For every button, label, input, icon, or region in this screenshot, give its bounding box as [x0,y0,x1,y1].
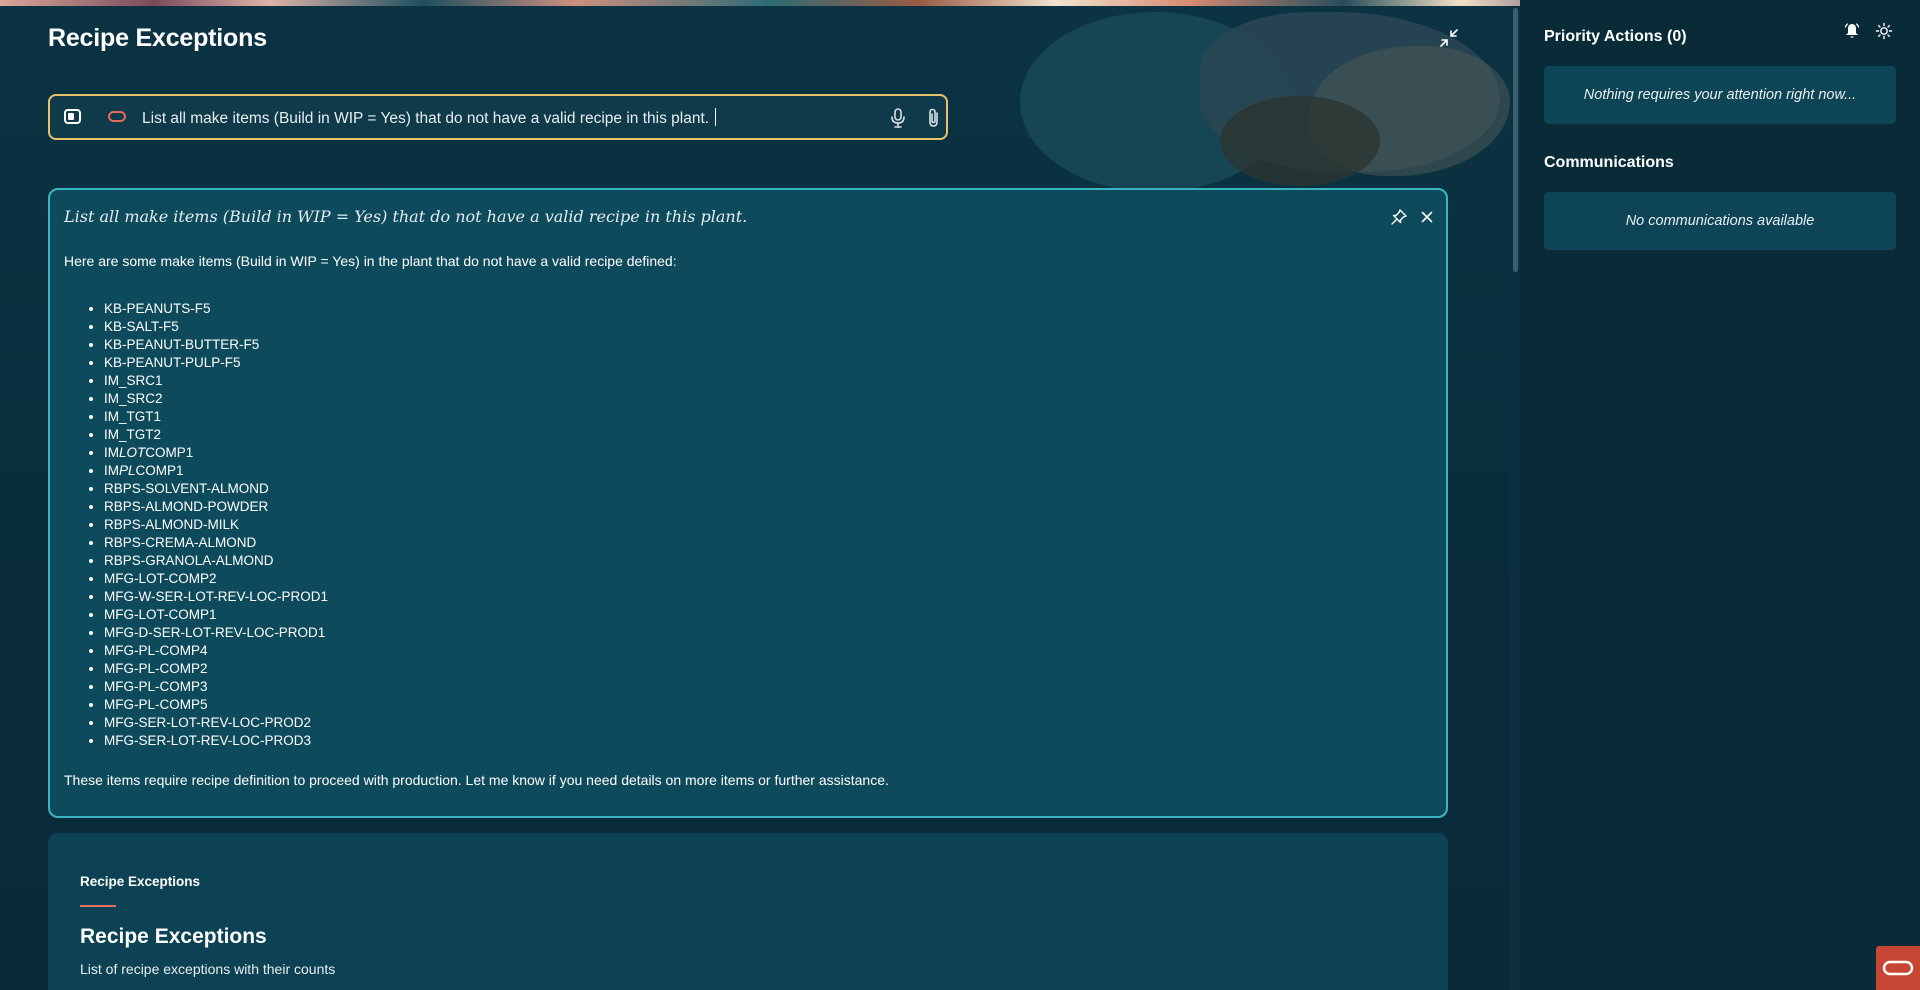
list-item-text: MFG-SER-LOT-REV-LOC-PROD2 [104,715,312,730]
list-item-text: COMP1 [135,463,184,478]
list-item-text: MFG-PL-COMP3 [104,679,208,694]
collapse-icon [1440,29,1458,47]
text-caret [715,108,717,126]
list-item: MFG-W-SER-LOT-REV-LOC-PROD1 [104,588,328,606]
list-item: MFG-SER-LOT-REV-LOC-PROD2 [104,714,328,732]
close-button[interactable] [1418,208,1436,226]
list-item-text: KB-PEANUT-BUTTER-F5 [104,337,260,352]
list-item: RBPS-ALMOND-MILK [104,516,328,534]
list-item: IM_TGT2 [104,426,328,444]
search-bar[interactable]: List all make items (Build in WIP = Yes)… [48,94,948,140]
list-item: MFG-PL-COMP3 [104,678,328,696]
theme-toggle-button[interactable] [1875,22,1893,40]
list-item-text: RBPS-ALMOND-POWDER [104,499,269,514]
right-sidebar: Priority Actions (0) Nothing requires yo… [1520,0,1920,990]
list-item-text: MFG-PL-COMP5 [104,697,208,712]
list-item-text: MFG-D-SER-LOT-REV-LOC-PROD1 [104,625,326,640]
list-item: RBPS-CREMA-ALMOND [104,534,328,552]
list-item-text: COMP1 [145,445,194,460]
search-query: List all make items (Build in WIP = Yes)… [142,110,710,127]
card-subtitle: List of recipe exceptions with their cou… [80,961,336,977]
list-item: IMPLCOMP1 [104,462,328,480]
list-item-text: MFG-W-SER-LOT-REV-LOC-PROD1 [104,589,329,604]
list-item-text: MFG-LOT-COMP2 [104,571,217,586]
list-item-text: LOT [119,445,146,460]
list-item-text: MFG-PL-COMP4 [104,643,208,658]
list-item-text: IM_TGT1 [104,409,162,424]
list-item-text: RBPS-CREMA-ALMOND [104,535,257,550]
list-item: RBPS-ALMOND-POWDER [104,498,328,516]
list-item: KB-PEANUT-BUTTER-F5 [104,336,328,354]
microphone-icon [891,108,905,128]
list-item-text: IM [104,445,119,460]
list-item-text: IM [104,463,119,478]
background-decoration [1310,46,1510,176]
ai-response-panel: List all make items (Build in WIP = Yes)… [48,188,1448,818]
list-item: RBPS-GRANOLA-ALMOND [104,552,328,570]
list-item-text: MFG-LOT-COMP1 [104,607,217,622]
list-item-text: PL [119,463,136,478]
search-input[interactable]: List all make items (Build in WIP = Yes)… [142,108,717,128]
priority-actions-title: Priority Actions (0) [1544,28,1687,45]
list-item: MFG-LOT-COMP1 [104,606,328,624]
active-tab-indicator [80,905,116,907]
list-item: MFG-LOT-COMP2 [104,570,328,588]
bell-icon [1844,23,1860,38]
list-item-text: MFG-SER-LOT-REV-LOC-PROD3 [104,733,312,748]
scrollbar-thumb[interactable] [1513,8,1518,272]
list-item-text: RBPS-SOLVENT-ALMOND [104,481,269,496]
priority-actions-empty: Nothing requires your attention right no… [1544,66,1896,124]
pin-icon [1391,209,1407,225]
main-area: Recipe Exceptions List all make items (B… [0,6,1510,990]
notifications-button[interactable] [1843,22,1861,40]
list-item-text: KB-PEANUT-PULP-F5 [104,355,241,370]
microphone-button[interactable] [888,107,908,129]
background-decoration [1220,96,1380,186]
list-item-text: RBPS-ALMOND-MILK [104,517,240,532]
list-item-text: IM_SRC2 [104,391,163,406]
list-item: IM_SRC1 [104,372,328,390]
pin-button[interactable] [1390,208,1408,226]
list-item: MFG-D-SER-LOT-REV-LOC-PROD1 [104,624,328,642]
paperclip-icon [929,108,938,127]
make-item-list: KB-PEANUTS-F5 KB-SALT-F5 KB-PEANUT-BUTTER-… [64,300,328,750]
communications-title: Communications [1544,154,1674,171]
list-item: KB-SALT-F5 [104,318,328,336]
response-footer: These items require recipe definition to… [64,772,889,788]
list-item: MFG-PL-COMP4 [104,642,328,660]
list-item: IM_SRC2 [104,390,328,408]
tab-recipe-exceptions[interactable]: Recipe Exceptions [80,874,200,889]
collapse-button[interactable] [1437,26,1461,50]
close-icon [1421,211,1433,223]
list-item-text: IM_SRC1 [104,373,163,388]
list-item: MFG-PL-COMP5 [104,696,328,714]
list-item: MFG-SER-LOT-REV-LOC-PROD3 [104,732,328,750]
list-item: MFG-PL-COMP2 [104,660,328,678]
list-item: KB-PEANUT-PULP-F5 [104,354,328,372]
oracle-assistant-button[interactable] [1876,946,1920,990]
ai-pill-icon[interactable] [108,111,126,122]
list-item-text: IM_TGT2 [104,427,162,442]
list-item: RBPS-SOLVENT-ALMOND [104,480,328,498]
sidebar-toggle-icon[interactable] [64,109,81,124]
page-title: Recipe Exceptions [48,24,267,52]
list-item: KB-PEANUTS-F5 [104,300,328,318]
list-item-text: RBPS-GRANOLA-ALMOND [104,553,274,568]
recipe-exceptions-card: Recipe Exceptions Recipe Exceptions List… [48,833,1448,990]
sun-icon [1875,22,1893,40]
card-title: Recipe Exceptions [80,925,267,948]
communications-empty: No communications available [1544,192,1896,250]
list-item: IM_TGT1 [104,408,328,426]
response-intro: Here are some make items (Build in WIP =… [64,253,677,269]
list-item-text: MFG-PL-COMP2 [104,661,208,676]
attach-button[interactable] [924,107,944,129]
oracle-logo-icon [1882,960,1914,976]
response-question: List all make items (Build in WIP = Yes)… [64,207,748,226]
list-item: IMLOTCOMP1 [104,444,328,462]
list-item-text: KB-PEANUTS-F5 [104,301,211,316]
background-decoration [1020,12,1290,192]
list-item-text: KB-SALT-F5 [104,319,179,334]
